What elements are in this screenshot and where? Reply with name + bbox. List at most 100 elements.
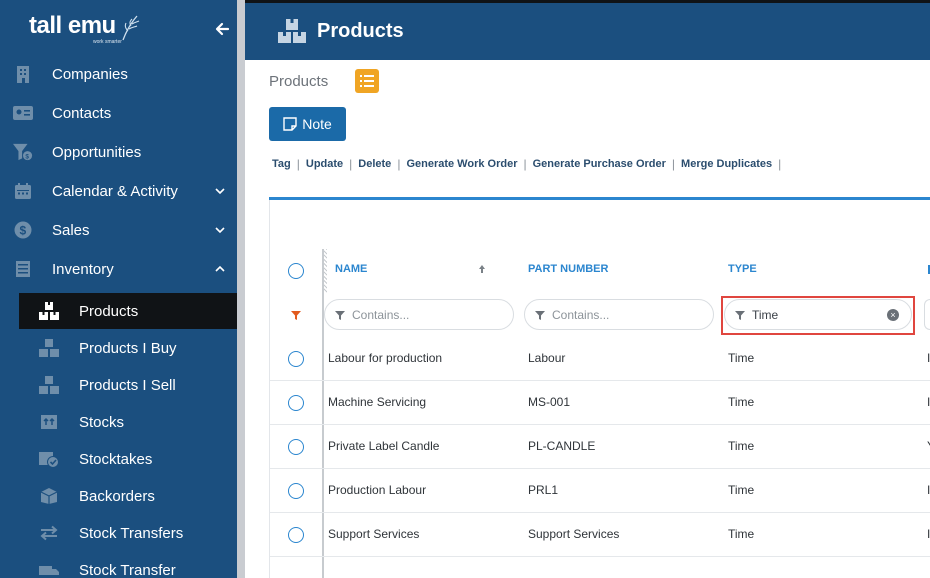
merge-duplicates-link[interactable]: Merge Duplicates bbox=[681, 158, 772, 170]
table-row[interactable]: Labour for production Labour Time I bbox=[270, 337, 930, 381]
table-row[interactable]: Machine Servicing MS-001 Time I bbox=[270, 381, 930, 425]
note-button-label: Note bbox=[302, 116, 332, 132]
separator: | bbox=[397, 157, 401, 171]
list-view-button[interactable] bbox=[355, 69, 379, 93]
cell-part-number: MS-001 bbox=[528, 395, 571, 409]
chevron-down-icon[interactable] bbox=[214, 185, 226, 197]
page-header: Products bbox=[245, 0, 930, 60]
sidebar-item-label: Stocktakes bbox=[79, 450, 153, 468]
cell-part-number: Support Services bbox=[528, 527, 620, 541]
part-number-filter-input[interactable]: Contains... bbox=[524, 299, 714, 330]
name-filter-placeholder: Contains... bbox=[352, 307, 410, 322]
separator: | bbox=[778, 157, 782, 171]
contact-card-icon bbox=[13, 103, 33, 123]
note-button[interactable]: Note bbox=[269, 107, 346, 141]
sidebar-item-label: Products I Buy bbox=[79, 339, 177, 357]
generate-work-order-link[interactable]: Generate Work Order bbox=[406, 158, 517, 170]
sort-ascending-icon[interactable] bbox=[478, 264, 486, 274]
column-header-name[interactable]: NAME bbox=[335, 263, 367, 275]
sidebar-item-label: Products I Sell bbox=[79, 376, 176, 394]
column-header-type[interactable]: TYPE bbox=[728, 263, 757, 275]
sidebar-item-sales[interactable]: $ Sales bbox=[0, 212, 237, 248]
building-icon bbox=[13, 64, 33, 84]
column-drag-handle[interactable] bbox=[323, 249, 327, 293]
sidebar-item-contacts[interactable]: Contacts bbox=[0, 95, 237, 131]
cell-type: Time bbox=[728, 527, 755, 541]
tag-link[interactable]: Tag bbox=[272, 158, 291, 170]
sidebar-item-label: Sales bbox=[52, 221, 90, 239]
separator: | bbox=[523, 157, 527, 171]
cell-name: Private Label Candle bbox=[328, 439, 440, 453]
cell-type: Time bbox=[728, 351, 755, 365]
chevron-up-icon[interactable] bbox=[214, 263, 226, 275]
calendar-icon bbox=[13, 181, 33, 201]
dollar-circle-icon: $ bbox=[13, 220, 33, 240]
sidebar-item-label: Stocks bbox=[79, 413, 125, 431]
boxes-icon bbox=[38, 301, 60, 321]
sidebar-item-stock-transfer[interactable]: Stock Transfer bbox=[19, 552, 245, 578]
sidebar-item-label: Stock Transfers bbox=[79, 524, 184, 542]
sidebar-item-stocktakes[interactable]: Stocktakes bbox=[19, 441, 245, 477]
funnel-icon bbox=[535, 310, 545, 320]
table-row[interactable]: Support Services Support Services Time I bbox=[270, 513, 930, 557]
cell-part-number: Labour bbox=[528, 351, 566, 365]
cell-type: Time bbox=[728, 439, 755, 453]
cell-type: Time bbox=[728, 483, 755, 497]
collapse-sidebar-icon[interactable] bbox=[214, 20, 232, 38]
sidebar-item-label: Backorders bbox=[79, 487, 155, 505]
breadcrumb[interactable]: Products bbox=[269, 73, 328, 90]
select-all-checkbox[interactable] bbox=[288, 263, 304, 279]
separator: | bbox=[349, 157, 353, 171]
stock-icon bbox=[38, 412, 60, 432]
row-checkbox[interactable] bbox=[288, 395, 304, 411]
sidebar-item-label: Stock Transfer bbox=[79, 561, 176, 578]
leaf-icon bbox=[122, 15, 139, 41]
part-number-filter-placeholder: Contains... bbox=[552, 307, 610, 322]
row-checkbox[interactable] bbox=[288, 527, 304, 543]
cell-name: Machine Servicing bbox=[328, 395, 427, 409]
separator: | bbox=[671, 157, 676, 171]
sidebar-item-products-i-buy[interactable]: Products I Buy bbox=[19, 330, 245, 366]
cell-part-number: PRL1 bbox=[528, 483, 559, 497]
table-row[interactable]: Private Label Candle PL-CANDLE Time Y bbox=[270, 425, 930, 469]
list-icon bbox=[360, 75, 374, 87]
sidebar-scrollbar[interactable] bbox=[237, 0, 245, 578]
sidebar-item-inventory[interactable]: Inventory bbox=[0, 251, 237, 287]
delete-link[interactable]: Delete bbox=[358, 158, 391, 170]
sidebar-item-stocks[interactable]: Stocks bbox=[19, 404, 245, 440]
sidebar-item-products[interactable]: Products bbox=[19, 293, 245, 329]
stocktake-icon bbox=[38, 449, 60, 469]
generate-purchase-order-link[interactable]: Generate Purchase Order bbox=[533, 158, 666, 170]
column-header-part-number[interactable]: PART NUMBER bbox=[528, 263, 608, 275]
table-row[interactable]: Production Labour PRL1 Time I bbox=[270, 469, 930, 513]
sidebar-item-backorders[interactable]: Backorders bbox=[19, 478, 245, 514]
row-checkbox[interactable] bbox=[288, 351, 304, 367]
logo[interactable]: tall emu work smarter bbox=[29, 12, 140, 46]
funnel-icon bbox=[335, 310, 345, 320]
sidebar-item-label: Calendar & Activity bbox=[52, 182, 178, 200]
boxes-icon bbox=[38, 375, 60, 395]
sidebar-item-opportunities[interactable]: $ Opportunities bbox=[0, 134, 237, 170]
svg-text:$: $ bbox=[20, 224, 27, 238]
sidebar-item-stock-transfers[interactable]: Stock Transfers bbox=[19, 515, 245, 551]
update-link[interactable]: Update bbox=[306, 158, 343, 170]
sidebar-item-companies[interactable]: Companies bbox=[0, 56, 237, 92]
sidebar-item-label: Products bbox=[79, 302, 139, 320]
sidebar-item-label: Contacts bbox=[52, 104, 112, 122]
sidebar-item-label: Inventory bbox=[52, 260, 114, 278]
boxes-icon bbox=[38, 338, 60, 358]
chevron-down-icon[interactable] bbox=[214, 224, 226, 236]
sidebar-item-products-i-sell[interactable]: Products I Sell bbox=[19, 367, 245, 403]
logo-tagline: work smarter bbox=[93, 39, 122, 45]
filter-active-icon[interactable] bbox=[291, 311, 301, 320]
name-filter-input[interactable]: Contains... bbox=[324, 299, 514, 330]
sidebar-item-label: Opportunities bbox=[52, 143, 142, 161]
cell-name: Support Services bbox=[328, 527, 420, 541]
page-title: Products bbox=[317, 20, 404, 42]
row-checkbox[interactable] bbox=[288, 439, 304, 455]
sidebar-item-calendar-activity[interactable]: Calendar & Activity bbox=[0, 173, 237, 209]
truck-icon bbox=[38, 560, 60, 578]
cell-name: Labour for production bbox=[328, 351, 443, 365]
row-checkbox[interactable] bbox=[288, 483, 304, 499]
cell-type: Time bbox=[728, 395, 755, 409]
